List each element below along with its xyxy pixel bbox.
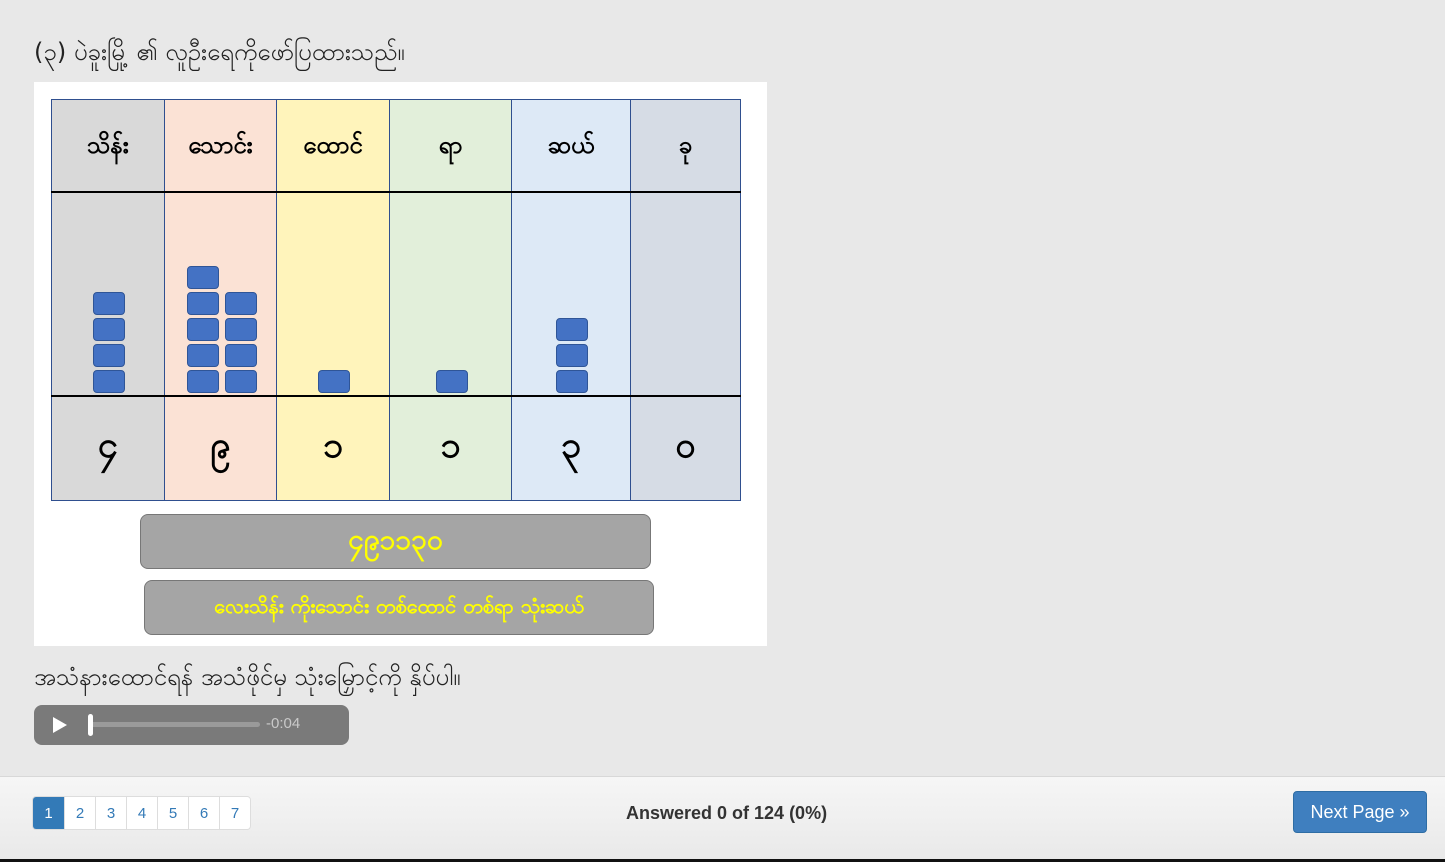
unit-block [186,292,219,315]
unit-block [224,344,257,367]
unit-block [435,370,468,393]
place-column: သိန်း၄ [51,99,165,501]
header-divider [51,191,741,193]
unit-block [93,318,125,341]
unit-block [224,292,257,315]
audio-seek-thumb[interactable] [88,714,93,736]
audio-seek-track[interactable] [90,722,260,727]
place-digit: ၃ [560,425,582,466]
page-link-5[interactable]: 5 [157,797,188,829]
place-header: သိန်း [87,130,129,159]
place-header: ဆယ် [547,130,595,159]
block-area [165,193,276,396]
play-icon[interactable] [53,717,67,733]
unit-block [224,370,257,393]
unit-block [318,370,350,393]
page-link-6[interactable]: 6 [188,797,219,829]
footer-bar: 1234567 Answered 0 of 124 (0%) Next Page… [0,776,1445,862]
page-link-7[interactable]: 7 [219,797,250,829]
result-number-box: ၄၉၁၁၃၀ [140,514,651,569]
place-header: ရာ [438,130,463,159]
unit-block [93,292,125,315]
block-area [512,193,630,396]
place-digit: ၉ [210,425,231,466]
page-link-1[interactable]: 1 [33,797,64,829]
block-area [52,193,164,396]
place-column: ထောင်၁ [276,99,390,501]
digit-divider [51,395,741,397]
block-area [277,193,389,396]
place-digit: ၄ [97,425,119,466]
place-header: ခု [678,130,693,159]
page-link-4[interactable]: 4 [126,797,157,829]
unit-block [93,370,125,393]
instruction-text: အသံနားထောင်ရန် အသံဖိုင်မှ သုံးမြှောင့်ကိ… [34,663,461,691]
place-column: ခု၀ [630,99,741,501]
place-header: သောင်း [188,130,253,159]
next-page-button[interactable]: Next Page » [1293,791,1427,833]
place-column: ရာ၁ [389,99,512,501]
place-value-figure: သိန်း၄သောင်း၉ထောင်၁ရာ၁ဆယ်၃ခု၀ ၄၉၁၁၃၀ လေး… [34,82,767,646]
place-column: ဆယ်၃ [511,99,631,501]
unit-block [186,318,219,341]
page-link-2[interactable]: 2 [64,797,95,829]
place-column: သောင်း၉ [164,99,277,501]
unit-block [224,318,257,341]
audio-time-remaining: -0:04 [266,715,301,732]
question-text: (၃) ပဲခူးမြို့ ၏ လူဦးရေကိုဖော်ပြထားသည်။ [34,38,405,66]
unit-block [186,370,219,393]
unit-block [556,344,588,367]
block-area [390,193,511,396]
place-digit: ၁ [440,425,461,466]
pagination: 1234567 [32,796,251,830]
page-link-3[interactable]: 3 [95,797,126,829]
place-digit: ၁ [322,425,344,466]
unit-block [556,318,588,341]
result-words-box: လေးသိန်း ကိုးသောင်း တစ်ထောင် တစ်ရာ သုံးဆ… [144,580,654,635]
unit-block [556,370,588,393]
unit-block [93,344,125,367]
unit-block [186,344,219,367]
place-digit: ၀ [675,425,696,466]
place-value-table: သိန်း၄သောင်း၉ထောင်၁ရာ၁ဆယ်၃ခု၀ [51,99,741,501]
audio-player[interactable]: -0:04 [34,705,349,745]
place-header: ထောင် [303,130,363,159]
unit-block [186,266,219,289]
block-area [631,193,740,396]
answered-progress: Answered 0 of 124 (0%) [626,803,828,823]
